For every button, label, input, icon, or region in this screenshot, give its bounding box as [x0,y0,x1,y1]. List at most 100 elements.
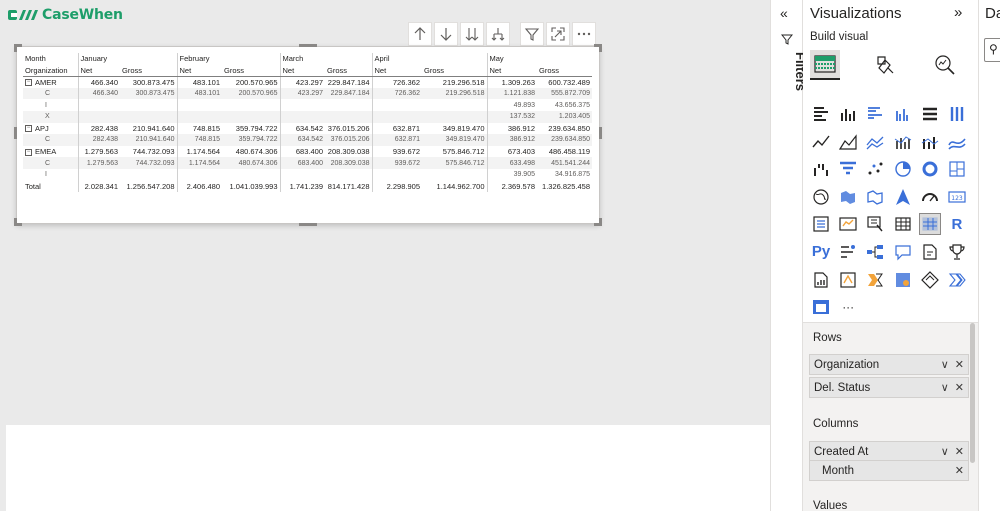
cell-gross[interactable]: 349.819.470 [422,134,487,146]
qa-icon[interactable] [893,242,913,262]
cell-gross[interactable]: 239.634.850 [537,123,592,135]
cell-gross[interactable] [325,99,372,111]
cell-gross[interactable]: 1.203.405 [537,110,592,123]
cell-gross[interactable]: 300.873.475 [120,76,177,88]
cell-gross[interactable]: 34.916.875 [537,169,592,181]
tab-format-visual[interactable] [870,50,900,80]
cell-net[interactable]: 1.279.563 [77,157,120,169]
cell-net[interactable]: 633.498 [486,157,537,169]
cell-net[interactable]: 423.297 [279,87,325,100]
cell-net[interactable]: 1.279.563 [77,145,120,158]
cell-gross[interactable]: 451.541.244 [537,157,592,169]
cell-gross[interactable]: 219.296.518 [422,87,487,100]
row-header[interactable]: − APJ [23,123,78,135]
columns-field-month[interactable]: Month ✕ [809,460,969,481]
gauge-icon[interactable] [920,187,940,207]
cell-gross[interactable] [120,99,177,111]
map-icon[interactable] [811,187,831,207]
wells-scrollbar[interactable] [970,323,975,463]
cell-gross[interactable]: 575.846.712 [422,146,487,158]
scatter-icon[interactable] [865,159,885,179]
cell-net[interactable]: 683.400 [279,157,325,169]
cell-net[interactable]: 1.174.564 [176,145,222,158]
collapse-row-icon[interactable]: − [25,148,32,156]
cell-gross[interactable]: 359.794.722 [222,134,280,146]
cell-net[interactable] [176,99,222,111]
cell-net[interactable] [176,110,222,123]
custom-visual-icon[interactable] [811,297,831,317]
multi-row-card-icon[interactable] [811,214,831,234]
filled-map-icon[interactable] [838,187,858,207]
cell-gross[interactable]: 376.015.206 [325,123,372,135]
cell-net[interactable]: 466.340 [77,76,120,88]
table-row[interactable]: I 49.893 43.656.375 [23,99,592,111]
measure-header-gross[interactable]: Gross [325,64,372,77]
measure-header-gross[interactable]: Gross [120,64,177,77]
cell-net[interactable]: 683.400 [279,145,325,158]
corner-header-organization[interactable]: Organization [23,64,78,77]
cell-net[interactable]: 49.893 [486,99,537,111]
table-row[interactable]: C 282.438 210.941.640 748.815 359.794.722 634… [23,134,592,146]
cell-net[interactable]: 634.542 [279,122,325,135]
cell-net[interactable]: 632.871 [371,134,422,146]
measure-header-net[interactable]: Net [371,64,422,77]
area-chart-icon[interactable] [838,132,858,152]
cell-gross[interactable] [422,110,487,123]
cell-gross[interactable]: 814.171.428 [325,181,372,193]
resize-handle[interactable] [299,44,317,47]
waterfall-icon[interactable] [811,159,831,179]
cell-gross[interactable]: 555.872.709 [537,87,592,100]
rows-field-organization[interactable]: Organization ∨ ✕ [809,354,969,375]
focus-mode-button[interactable] [546,22,570,46]
key-influencers-icon[interactable] [838,242,858,262]
row-header[interactable]: − AMER [23,76,78,88]
cell-net[interactable]: 2.028.341 [77,180,120,193]
row-header[interactable]: − EMEA [23,146,78,158]
row-header[interactable]: C [23,134,78,146]
r-script-icon[interactable]: R [947,214,967,234]
cell-net[interactable]: 137.532 [486,110,537,123]
cell-gross[interactable]: 1.326.825.458 [537,181,592,193]
ribbon-chart-icon[interactable] [947,132,967,152]
cell-gross[interactable]: 210.941.640 [120,134,177,146]
measure-header-net[interactable]: Net [77,64,120,77]
resize-handle[interactable] [599,127,602,139]
more-visuals-icon[interactable]: ··· [838,297,858,317]
cell-net[interactable]: 2.369.578 [486,180,537,193]
row-header[interactable]: I [23,99,78,111]
cell-gross[interactable]: 200.570.965 [222,87,280,100]
table-icon[interactable] [893,214,913,234]
cell-net[interactable] [176,168,222,181]
drill-down-button[interactable] [434,22,458,46]
close-icon[interactable]: ✕ [955,464,964,477]
rows-field-del-status[interactable]: Del. Status ∨ ✕ [809,377,969,398]
cell-net[interactable]: 726.362 [371,87,422,100]
cell-net[interactable]: 1.309.263 [486,76,537,88]
matrix-total-row[interactable]: Total 2.028.341 1.256.547.208 2.406.480 1.04… [23,180,592,193]
cell-net[interactable]: 1.174.564 [176,157,222,169]
paginated-report-icon[interactable] [811,270,831,290]
row-header[interactable]: C [23,157,78,169]
table-row[interactable]: − EMEA 1.279.563 744.732.093 1.174.564 480.67… [23,145,592,158]
expand-filters-button[interactable]: « [780,5,788,21]
row-header[interactable]: X [23,110,78,123]
cell-gross[interactable] [325,110,372,123]
collapse-row-icon[interactable]: − [25,79,32,87]
cell-gross[interactable]: 600.732.489 [537,76,592,88]
row-header[interactable]: C [23,87,78,100]
cell-net[interactable]: 483.101 [176,76,222,88]
cell-net[interactable]: 2.298.905 [371,180,422,193]
chevron-down-icon[interactable]: ∨ [941,358,949,371]
table-row[interactable]: − APJ 282.438 210.941.640 748.815 359.794.722… [23,122,592,135]
card-icon[interactable]: 123 [947,187,967,207]
line-chart-icon[interactable] [811,132,831,152]
cell-gross[interactable]: 480.674.306 [222,146,280,158]
clustered-column-icon[interactable] [893,104,913,124]
azure-map-icon[interactable] [893,187,913,207]
cell-gross[interactable]: 1.144.962.700 [422,181,487,193]
go-to-next-level-button[interactable] [460,22,484,46]
cell-net[interactable]: 939.672 [371,157,422,169]
month-header[interactable]: March [279,53,372,65]
cell-gross[interactable]: 208.309.038 [325,146,372,158]
cell-gross[interactable]: 376.015.206 [325,134,372,146]
